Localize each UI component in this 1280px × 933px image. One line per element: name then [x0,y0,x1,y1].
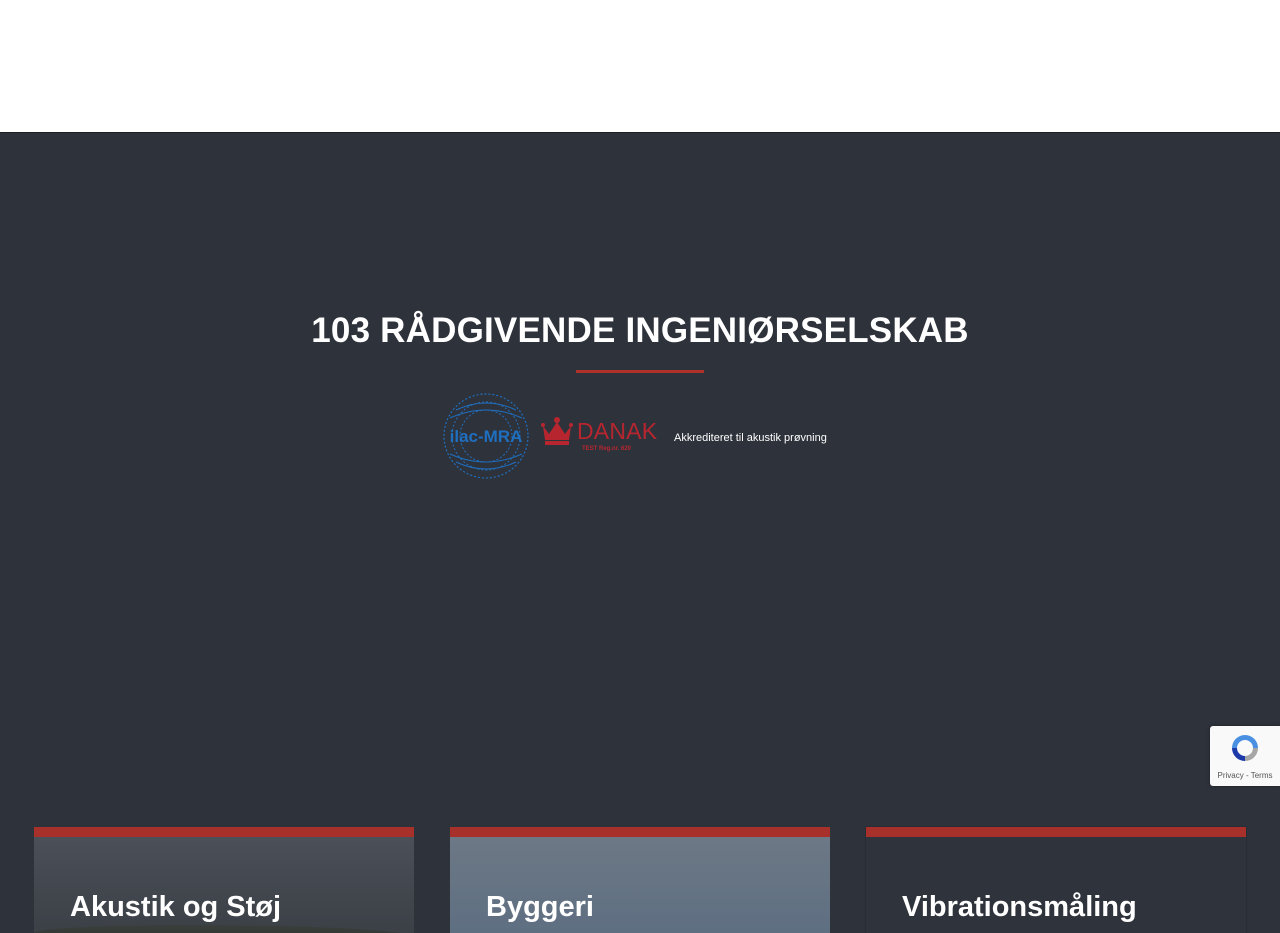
recaptcha-separator: - [1243,771,1251,780]
card-background-image [34,925,414,933]
service-card-vibrationsmaling[interactable]: Vibrationsmåling [866,827,1246,933]
ilac-logo-text: ilac-MRA [450,427,523,446]
crown-icon [541,417,573,445]
accreditation-banner: ilac-MRA DANAK TEST Reg.nr. 620 Akkredit… [440,390,840,482]
recaptcha-privacy-link[interactable]: Privacy [1218,771,1244,780]
hero-section: 103 RÅDGIVENDE INGENIØRSELSKAB ilac-MRA … [0,133,1280,933]
service-card-byggeri[interactable]: Byggeri [450,827,830,933]
card-title[interactable]: Vibrationsmåling [902,893,1137,922]
danak-logo-text: DANAK [577,418,658,444]
site-header [0,0,1280,133]
page-title: 103 RÅDGIVENDE INGENIØRSELSKAB [311,311,969,350]
accreditation-text: Akkrediteret til akustik prøvning [674,432,827,444]
card-title[interactable]: Byggeri [486,893,594,922]
card-title[interactable]: Akustik og Støj [70,893,281,922]
ilac-mra-logo: ilac-MRA [443,393,529,479]
recaptcha-icon [1232,735,1258,761]
recaptcha-links: Privacy - Terms [1213,771,1277,780]
recaptcha-badge[interactable]: Privacy - Terms [1210,726,1280,786]
danak-reg-number: TEST Reg.nr. 620 [582,446,632,452]
title-divider [576,370,704,373]
recaptcha-terms-link[interactable]: Terms [1251,771,1273,780]
service-card-akustik[interactable]: Akustik og Støj [34,827,414,933]
